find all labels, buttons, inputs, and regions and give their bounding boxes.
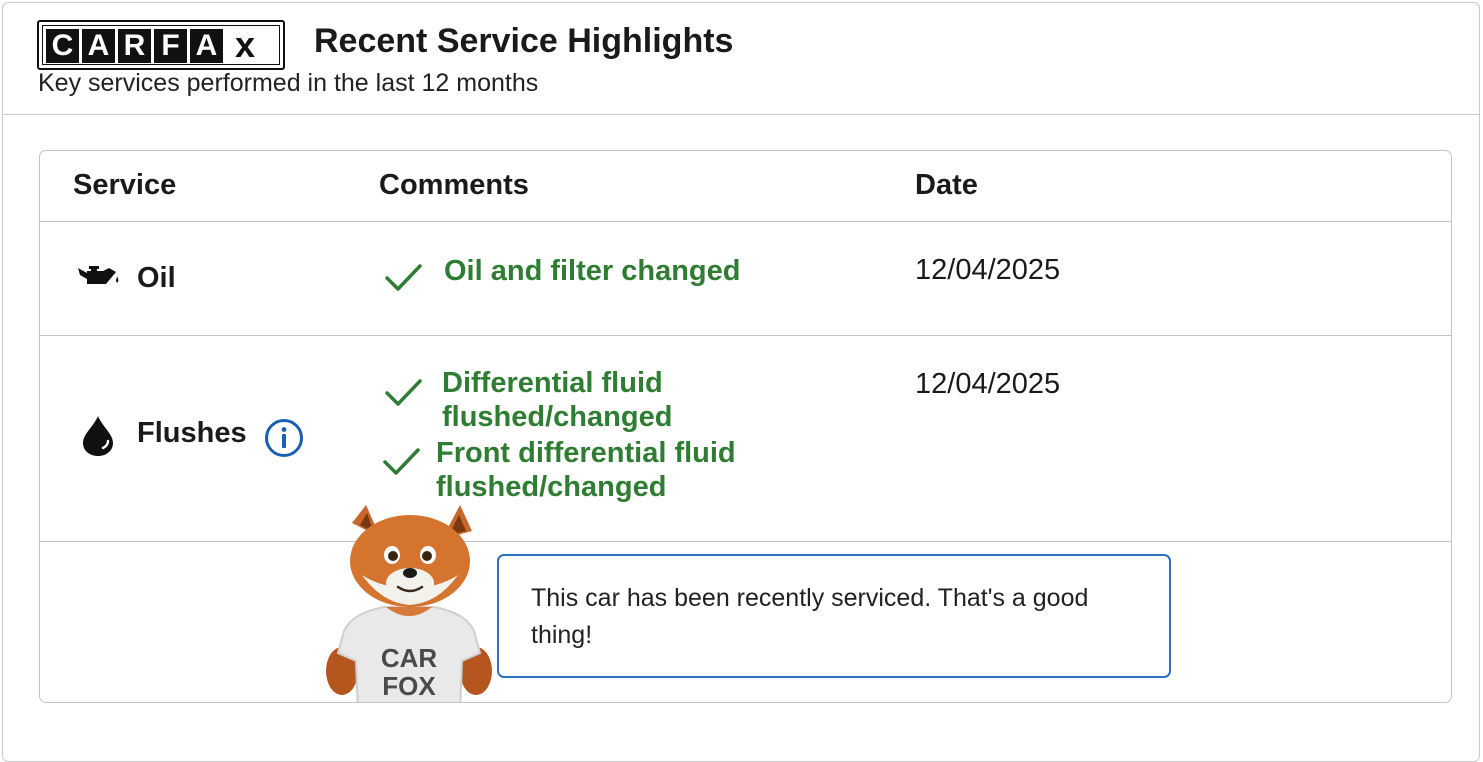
- oil-can-icon: [78, 266, 119, 284]
- card-title: Recent Service Highlights: [314, 22, 734, 60]
- logo-letter: F: [154, 29, 187, 63]
- logo-letter: C: [46, 29, 79, 63]
- column-header-date: Date: [915, 169, 978, 201]
- service-label-flushes: Flushes: [137, 417, 247, 449]
- column-header-comments: Comments: [379, 169, 529, 201]
- mascot-shirt-line: CAR: [381, 643, 438, 673]
- fluid-drop-icon: [83, 416, 113, 456]
- service-comment: Differential fluid flushed/changed: [442, 367, 673, 433]
- carfox-speech-bubble: This car has been recently serviced. Tha…: [497, 554, 1171, 678]
- service-comment: Oil and filter changed: [444, 255, 741, 287]
- info-icon[interactable]: [264, 418, 304, 458]
- logo-letter: R: [118, 29, 151, 63]
- carfax-logo: C A R F A x: [37, 20, 285, 70]
- logo-letter-x: x: [234, 24, 256, 65]
- service-highlights-card: C A R F A x Recent Service Highlights Ke…: [2, 2, 1480, 762]
- check-icon: [385, 264, 422, 291]
- service-date: 12/04/2025: [915, 254, 1061, 286]
- table-header-row: Service Comments Date: [40, 151, 1451, 222]
- table-row: Oil Oil and filter changed 12/04/2025: [40, 222, 1451, 336]
- service-comment: Front differential fluid flushed/changed: [436, 437, 736, 503]
- logo-letter: A: [190, 29, 223, 63]
- check-icon: [385, 379, 422, 406]
- service-date: 12/04/2025: [915, 368, 1061, 400]
- card-header: C A R F A x Recent Service Highlights Ke…: [3, 3, 1479, 115]
- callout-message: This car has been recently serviced. Tha…: [531, 584, 1089, 649]
- column-header-service: Service: [73, 169, 177, 201]
- mascot-shirt-line: FOX: [382, 671, 436, 701]
- card-subtitle: Key services performed in the last 12 mo…: [38, 69, 539, 97]
- table-row: Flushes Differential fluid flushed/chang…: [40, 336, 1451, 542]
- check-icon: [383, 448, 420, 475]
- service-label-oil: Oil: [137, 262, 176, 294]
- service-table: Service Comments Date Oil Oil and filter…: [39, 150, 1452, 703]
- carfox-mascot-illustration: CAR FOX: [326, 505, 492, 702]
- logo-letter: A: [82, 29, 115, 63]
